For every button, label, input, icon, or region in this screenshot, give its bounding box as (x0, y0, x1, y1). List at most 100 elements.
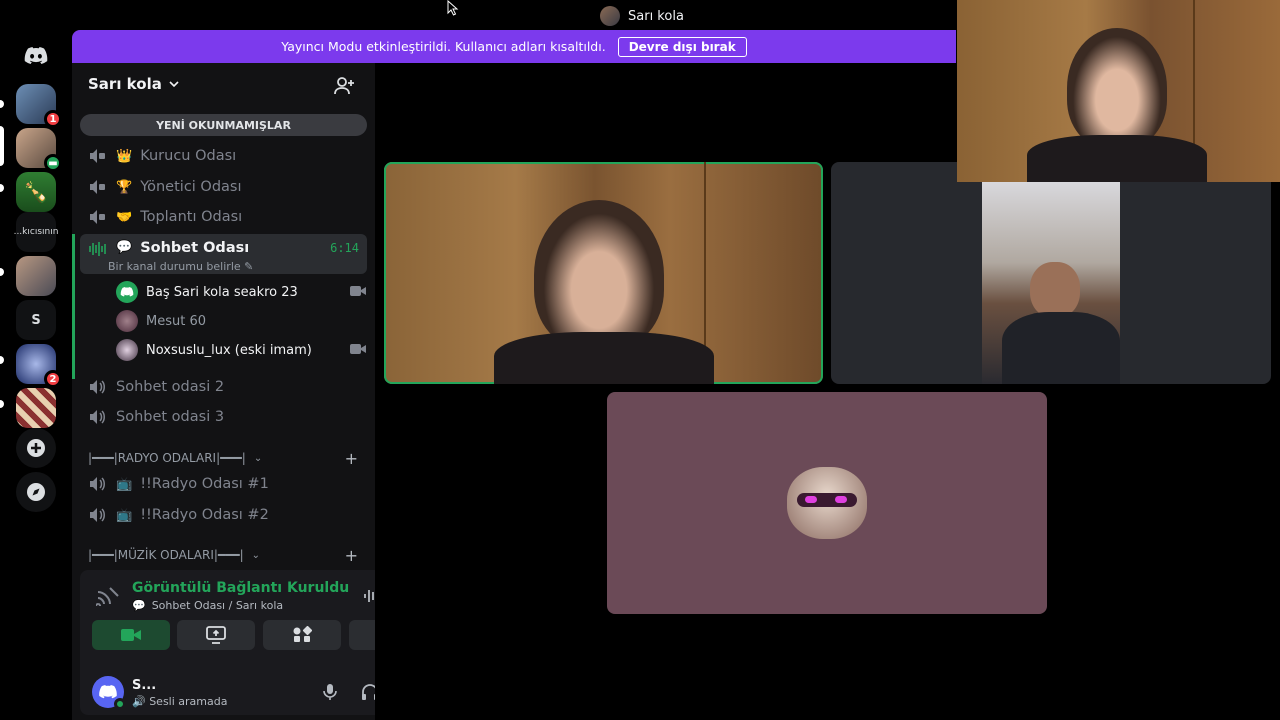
server-7-icon[interactable]: 2 (16, 344, 62, 388)
category-name: |━━━|RADYO ODALARI|━━━| (88, 451, 246, 465)
server-5-icon[interactable] (16, 256, 56, 296)
member-avatar (116, 310, 138, 332)
microphone-icon[interactable] (320, 682, 340, 702)
participant-avatar (787, 467, 867, 539)
voice-status-title[interactable]: Görüntülü Bağlantı Kuruldu (132, 580, 349, 596)
category-name: |━━━|MÜZİK ODALARI|━━━| (88, 548, 244, 562)
discover-button[interactable] (16, 472, 56, 512)
voice-member[interactable]: Noxsuslu_lux (eski imam) (116, 337, 366, 363)
self-face (1067, 28, 1167, 148)
disable-streamer-mode-button[interactable]: Devre dışı bırak (617, 36, 747, 57)
create-channel-plus-icon[interactable]: + (345, 449, 358, 468)
camera-icon (350, 286, 366, 296)
speaker-icon (90, 410, 105, 424)
invite-people-icon[interactable] (333, 75, 355, 97)
unread-pill-indicator (0, 100, 4, 108)
add-server-button[interactable] (16, 428, 56, 468)
channel-name: Sohbet odasi 3 (116, 409, 225, 425)
bottle-icon: 🍾 (23, 180, 49, 204)
channel-kurucu-odasi[interactable]: 👑 Kurucu Odası (80, 141, 367, 171)
call-timer: 6:14 (330, 241, 359, 255)
banner-text: Yayıncı Modu etkinleştirildi. Kullanıcı … (281, 39, 606, 54)
server-3-icon[interactable]: 🍾 (16, 172, 56, 212)
compass-icon (27, 483, 45, 501)
handshake-emoji: 🤝 (116, 209, 133, 225)
server-6-icon[interactable]: S (16, 300, 56, 340)
connection-signal-icon[interactable] (96, 586, 120, 606)
voice-member[interactable]: Mesut 60 (116, 308, 366, 334)
chevron-down-icon: ⌄ (251, 549, 261, 561)
username[interactable]: S... (132, 678, 156, 693)
channel-sidebar: Sarı kola YENİ OKUNMAMIŞLAR 👑 Kurucu Oda… (72, 63, 439, 720)
speaker-icon (90, 380, 105, 394)
member-avatar (116, 339, 138, 361)
channel-name: Toplantı Odası (140, 209, 243, 225)
new-unreads-pill[interactable]: YENİ OKUNMAMIŞLAR (80, 114, 367, 136)
speaker-icon (90, 508, 105, 522)
server-8-icon[interactable] (16, 388, 56, 428)
voice-activity-icon (89, 242, 106, 256)
discord-home-button[interactable] (16, 36, 56, 76)
participant-video (982, 182, 1120, 384)
unread-pill-indicator (0, 400, 4, 408)
channel-name: !!Radyo Odası #2 (140, 507, 269, 523)
category-muzik-odalari[interactable]: |━━━|MÜZİK ODALARI|━━━| ⌄ + (88, 545, 358, 565)
unread-pill-indicator (0, 356, 4, 364)
speech-emoji: 💬 (116, 240, 133, 255)
channel-sohbet-odasi-2[interactable]: Sohbet odasi 2 (80, 372, 367, 402)
voice-member[interactable]: Baş Sari kola seakro 23 (116, 279, 366, 305)
create-channel-plus-icon[interactable]: + (345, 546, 358, 565)
activities-icon (293, 626, 312, 642)
user-avatar[interactable] (92, 676, 126, 710)
server-4-icon[interactable]: ...kıcısının (14, 212, 58, 252)
participant-face (534, 200, 664, 350)
speaker-lock-icon (90, 180, 105, 194)
mouse-cursor-icon (447, 0, 459, 16)
unread-pill-indicator (0, 268, 4, 276)
speech-emoji: 💬 (132, 599, 146, 612)
discord-logo-icon (24, 47, 48, 64)
server-2-icon[interactable]: ▬ (16, 128, 62, 172)
channel-sohbet-odasi-3[interactable]: Sohbet odasi 3 (80, 402, 367, 432)
screen-share-button[interactable] (177, 620, 255, 650)
server-rail: 1 ▬ 🍾 ...kıcısının S 2 (0, 30, 72, 720)
camera-icon (121, 629, 141, 641)
server-1-icon[interactable]: 1 (16, 84, 62, 128)
window-title-text: Sarı kola (628, 8, 684, 24)
mention-badge: 2 (44, 370, 62, 388)
user-status: 🔊 Sesli aramada (132, 695, 228, 708)
member-name: Noxsuslu_lux (eski imam) (146, 342, 312, 358)
channel-yonetici-odasi[interactable]: 🏆 Yönetici Odası (80, 172, 367, 202)
discord-logo-icon (99, 685, 117, 699)
channel-name: !!Radyo Odası #1 (140, 476, 269, 492)
activities-button[interactable] (263, 620, 341, 650)
guild-header[interactable]: Sarı kola (88, 75, 180, 93)
channel-radyo-odasi-1[interactable]: 📺 !!Radyo Odası #1 (80, 469, 367, 499)
chevron-down-icon (169, 81, 179, 88)
channel-status-setter[interactable]: Bir kanal durumu belirle ✎ (108, 260, 253, 273)
video-tile[interactable] (831, 162, 1271, 384)
channel-name: Kurucu Odası (140, 148, 237, 164)
speaker-lock-icon (90, 210, 105, 224)
speaker-icon (90, 477, 105, 491)
member-avatar (116, 281, 138, 303)
video-tile-speaking[interactable] (384, 162, 823, 384)
radio-emoji: 📺 (116, 476, 133, 492)
camera-toggle-button[interactable] (92, 620, 170, 650)
video-tile-avatar[interactable] (607, 392, 1047, 614)
category-radyo-odalari[interactable]: |━━━|RADYO ODALARI|━━━| ⌄ + (88, 448, 358, 468)
channel-sohbet-odasi[interactable]: 💬 Sohbet Odası 6:14 Bir kanal durumu bel… (80, 234, 367, 274)
self-camera-preview[interactable] (957, 0, 1280, 182)
channel-name: Yönetici Odası (140, 179, 242, 195)
selected-server-indicator (0, 126, 4, 166)
mention-badge: 1 (44, 110, 62, 128)
chevron-down-icon: ⌄ (253, 452, 263, 464)
channel-radyo-odasi-2[interactable]: 📺 !!Radyo Odası #2 (80, 500, 367, 530)
window-title: Sarı kola (600, 6, 684, 26)
trophy-emoji: 🏆 (116, 179, 133, 195)
crown-emoji: 👑 (116, 148, 133, 164)
speaker-lock-icon (90, 149, 105, 163)
channel-toplanti-odasi[interactable]: 🤝 Toplantı Odası (80, 202, 367, 232)
channel-name: Sohbet odasi 2 (116, 379, 225, 395)
voice-location[interactable]: 💬 Sohbet Odası / Sarı kola (132, 599, 283, 612)
